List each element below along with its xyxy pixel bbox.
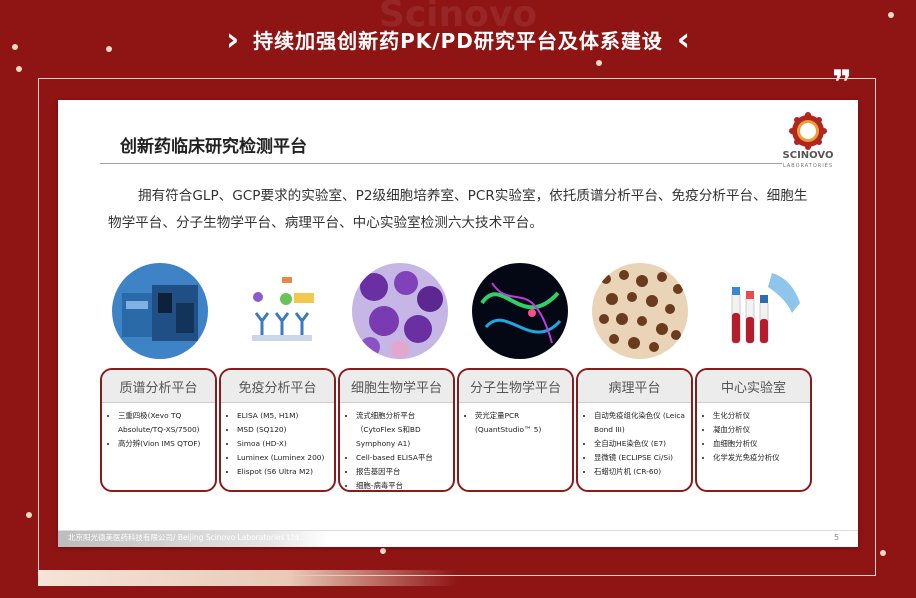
list-item: Simoa (HD-X) (237, 437, 330, 451)
stained-cells-image (352, 263, 448, 359)
platform-item-list: ELISA (M5, H1M) MSD (SQ120) Simoa (HD-X)… (221, 403, 334, 479)
platform-card-title: 细胞生物学平台 (340, 370, 453, 403)
platform-card-title: 病理平台 (578, 370, 691, 403)
platform-card-title: 质谱分析平台 (102, 370, 215, 403)
page-header: › 持续加强创新药PK/PD研究平台及体系建设 ‹ (0, 14, 916, 64)
list-item: ELISA (M5, H1M) (237, 409, 330, 423)
list-item: 报告基因平台 (356, 465, 449, 479)
antibody-diagram-image (232, 263, 328, 359)
company-logo: SCINOVO LABORATORIES (768, 112, 848, 180)
decor-dot (880, 550, 886, 556)
platform-item-list: 生化分析仪 凝血分析仪 血细胞分析仪 化学发光免疫分析仪 (697, 403, 810, 465)
title-divider (100, 163, 782, 164)
footer-company-name: 北京阳光德美医药科技有限公司/ Beijing Scinovo Laborato… (68, 533, 302, 542)
decor-bar (38, 570, 458, 586)
slide-title: 创新药临床研究检测平台 (120, 137, 307, 157)
list-item: 化学发光免疫分析仪 (713, 451, 806, 465)
list-item: 石蜡切片机 (CR-60) (594, 465, 687, 479)
platform-item-list: 荧光定量PCR (QuantStudio™ 5) (459, 403, 572, 437)
platform-card-central-lab: 中心实验室 生化分析仪 凝血分析仪 血细胞分析仪 化学发光免疫分析仪 (695, 368, 812, 492)
logo-mark-icon (789, 112, 827, 150)
list-item: Luminex (Luminex 200) (237, 451, 330, 465)
platform-card-pathology: 病理平台 自动免疫组化染色仪 (Leica Bond III) 全自动HE染色仪… (576, 368, 693, 492)
tissue-section-image (592, 263, 688, 359)
decor-dot (26, 512, 32, 518)
list-item: 血细胞分析仪 (713, 437, 806, 451)
list-item: Cell-based ELISA平台 (356, 451, 449, 465)
list-item: 细胞-病毒平台 (356, 479, 449, 490)
list-item: 高分辨(Vion IMS QTOF) (118, 437, 211, 451)
platform-card-title: 免疫分析平台 (221, 370, 334, 403)
list-item: 凝血分析仪 (713, 423, 806, 437)
chevron-left-icon: ‹ (676, 20, 691, 58)
logo-text: SCINOVO (782, 150, 834, 161)
page-title: 持续加强创新药PK/PD研究平台及体系建设 (253, 28, 663, 53)
slide: 创新药临床研究检测平台 SCINOVO LABORATORIES 拥有符合GLP… (58, 100, 858, 547)
list-item: 荧光定量PCR (QuantStudio™ 5) (475, 409, 568, 437)
intro-paragraph: 拥有符合GLP、GCP要求的实验室、P2级细胞培养室、PCR实验室，依托质谱分析… (108, 188, 808, 231)
blood-tubes-image (712, 263, 808, 359)
list-item: 三重四极(Xevo TQ Absolute/TQ-XS/7500) (118, 409, 211, 437)
mass-spectrometer-image (112, 263, 208, 359)
platform-card-title: 中心实验室 (697, 370, 810, 403)
list-item: Elispot (S6 Ultra M2) (237, 465, 330, 479)
logo-subtext: LABORATORIES (782, 163, 834, 169)
platform-card-cell-biology: 细胞生物学平台 流式细胞分析平台 （CytoFlex S和BD Symphony… (338, 368, 455, 492)
dna-fluorescence-image (472, 263, 568, 359)
page-number: 5 (834, 533, 840, 542)
platform-item-list: 三重四极(Xevo TQ Absolute/TQ-XS/7500) 高分辨(Vi… (102, 403, 215, 451)
chevron-right-icon: › (225, 20, 240, 58)
list-item: 自动免疫组化染色仪 (Leica Bond III) (594, 409, 687, 437)
platform-item-list: 自动免疫组化染色仪 (Leica Bond III) 全自动HE染色仪 (E7)… (578, 403, 691, 479)
platform-card-mass-spec: 质谱分析平台 三重四极(Xevo TQ Absolute/TQ-XS/7500)… (100, 368, 217, 492)
list-item: MSD (SQ120) (237, 423, 330, 437)
decor-dot (16, 66, 22, 72)
list-item: 流式细胞分析平台 （CytoFlex S和BD Symphony A1) (356, 409, 449, 451)
platform-card-immunoassay: 免疫分析平台 ELISA (M5, H1M) MSD (SQ120) Simoa… (219, 368, 336, 492)
platform-item-list: 流式细胞分析平台 （CytoFlex S和BD Symphony A1) Cel… (340, 403, 453, 490)
platform-card-title: 分子生物学平台 (459, 370, 572, 403)
platform-card-molecular-biology: 分子生物学平台 荧光定量PCR (QuantStudio™ 5) (457, 368, 574, 492)
list-item: 生化分析仪 (713, 409, 806, 423)
list-item: 显微镜 (ECLIPSE Ci/Si) (594, 451, 687, 465)
list-item: 全自动HE染色仪 (E7) (594, 437, 687, 451)
